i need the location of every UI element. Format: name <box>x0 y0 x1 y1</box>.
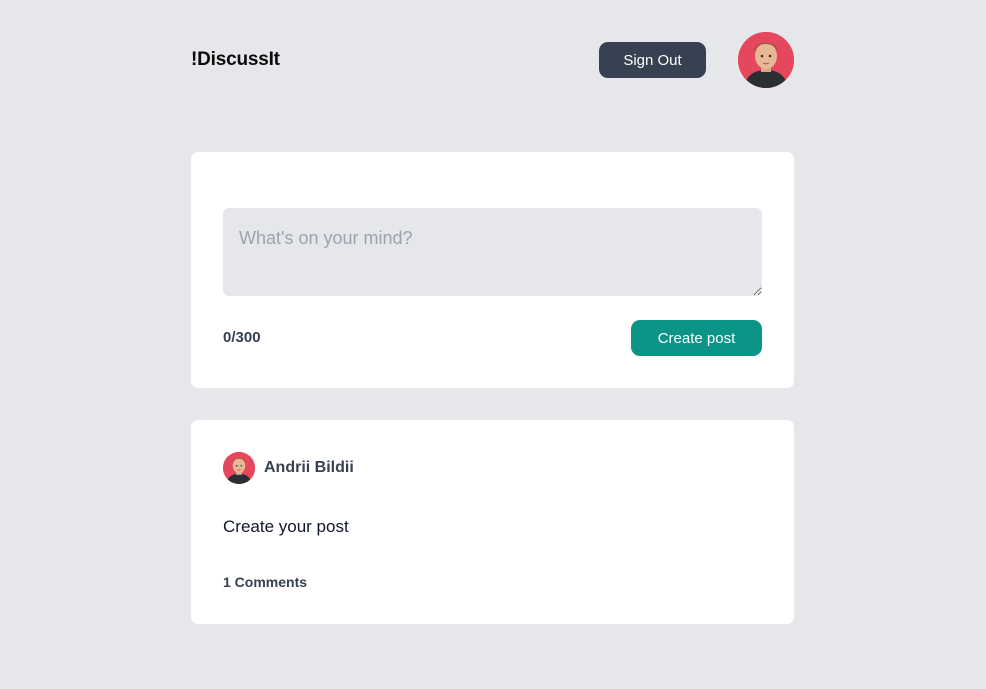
create-post-button[interactable]: Create post <box>631 320 762 356</box>
post-input[interactable] <box>223 208 762 296</box>
character-counter: 0/300 <box>223 329 261 346</box>
author-name[interactable]: Andrii Bildii <box>264 459 354 477</box>
post-author: Andrii Bildii <box>223 452 354 484</box>
post-body: Create your post <box>223 517 349 536</box>
create-post-card: 0/300 Create post <box>191 152 794 388</box>
user-avatar[interactable] <box>738 32 794 88</box>
post-card: Andrii Bildii Create your post 1 Comment… <box>191 420 794 624</box>
sign-out-button[interactable]: Sign Out <box>599 42 706 78</box>
app-logo[interactable]: !DiscussIt <box>191 49 280 71</box>
avatar-portrait-icon <box>223 452 255 484</box>
comments-link[interactable]: 1 Comments <box>223 574 307 590</box>
author-avatar[interactable] <box>223 452 255 484</box>
header: !DiscussIt Sign Out <box>191 32 794 88</box>
avatar-portrait-icon <box>738 32 794 88</box>
